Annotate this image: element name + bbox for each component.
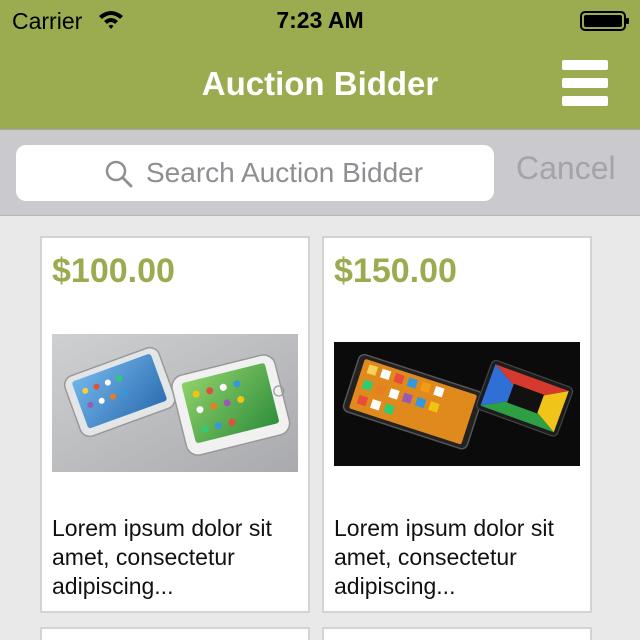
search-field[interactable]: [16, 145, 494, 201]
search-bar: Cancel: [0, 129, 640, 216]
page-title: Auction Bidder: [201, 65, 439, 102]
item-description: Lorem ipsum dolor sit amet, consectetur …: [52, 515, 272, 599]
auction-item-card-partial[interactable]: [322, 627, 592, 640]
hamburger-menu-icon[interactable]: [560, 58, 610, 108]
search-icon: [105, 160, 133, 188]
menu-bar-top: [562, 60, 608, 70]
cancel-button[interactable]: Cancel: [516, 150, 616, 187]
auction-item-card[interactable]: $150.00 Lorem ipsum dolor sit amet, cons…: [322, 236, 592, 613]
battery-icon: [580, 11, 629, 31]
black-smartphones-image: [334, 342, 580, 466]
search-input[interactable]: [146, 155, 476, 191]
clock: 7:23 AM: [276, 7, 364, 33]
menu-bar-bottom: [562, 96, 608, 106]
auction-item-card-partial[interactable]: [40, 627, 310, 640]
status-bar: Carrier 7:23 AM: [0, 0, 640, 40]
item-price: $100.00: [52, 252, 175, 290]
item-description: Lorem ipsum dolor sit amet, consectetur …: [334, 515, 554, 599]
item-price: $150.00: [334, 252, 457, 290]
auction-item-card[interactable]: $100.00 Lorem ipsum dolor sit amet, cons…: [40, 236, 310, 613]
white-smartphones-image: [52, 334, 298, 472]
menu-bar-middle: [562, 78, 608, 88]
header: Carrier 7:23 AM Auction Bidder: [0, 0, 640, 129]
